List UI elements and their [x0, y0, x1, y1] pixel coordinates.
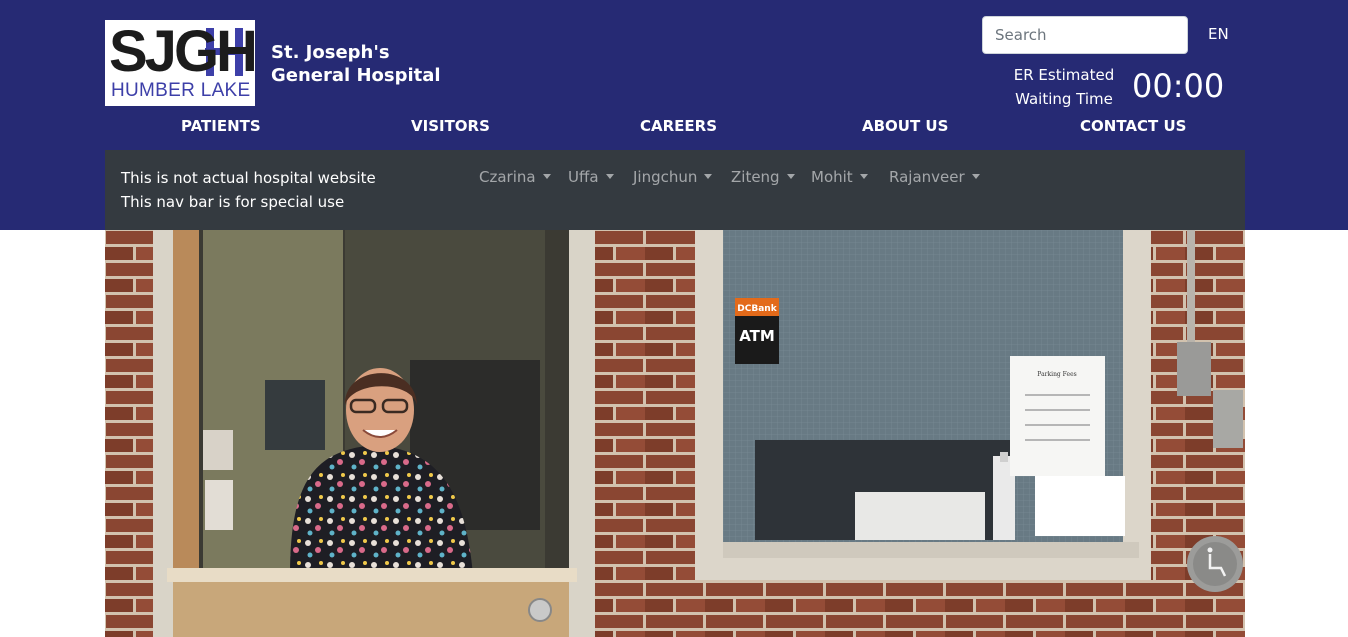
- dropdown-label: Czarina: [479, 168, 536, 186]
- hero-image: Parking Fees DCBank ATM: [105, 230, 1245, 637]
- special-nav-note-line1: This is not actual hospital website: [121, 169, 376, 187]
- main-nav: PATIENTS VISITORS CAREERS ABOUT US CONTA…: [105, 117, 1245, 143]
- dropdown-uffa[interactable]: Uffa: [568, 168, 614, 186]
- caret-down-icon: [971, 174, 980, 179]
- nav-contact-us[interactable]: CONTACT US: [1080, 117, 1186, 135]
- special-nav-note-line2: This nav bar is for special use: [121, 193, 345, 211]
- hospital-name-line2: General Hospital: [271, 65, 441, 86]
- caret-down-icon: [605, 174, 614, 179]
- dropdown-label: Ziteng: [731, 168, 780, 186]
- er-wait-time: 00:00: [1132, 67, 1225, 105]
- language-toggle[interactable]: EN: [1208, 25, 1229, 43]
- caret-down-icon: [859, 174, 868, 179]
- hospital-name[interactable]: St. Joseph's General Hospital: [271, 41, 441, 87]
- dropdown-mohit[interactable]: Mohit: [811, 168, 868, 186]
- dropdown-label: Jingchun: [633, 168, 698, 186]
- hospital-name-line1: St. Joseph's: [271, 42, 390, 63]
- atm-label-text: ATM: [739, 327, 775, 345]
- dropdown-ziteng[interactable]: Ziteng: [731, 168, 795, 186]
- er-wait-label-line1: ER Estimated: [1013, 66, 1115, 84]
- dropdown-label: Rajanveer: [889, 168, 965, 186]
- parking-sign-text: Parking Fees: [1037, 371, 1076, 378]
- nav-visitors[interactable]: VISITORS: [411, 117, 490, 135]
- nav-about-us[interactable]: ABOUT US: [862, 117, 948, 135]
- atm-brand-text: DCBank: [737, 304, 777, 314]
- search-input[interactable]: [982, 16, 1188, 54]
- caret-down-icon: [704, 174, 713, 179]
- dropdown-jingchun[interactable]: Jingchun: [633, 168, 713, 186]
- logo-text: SJGH: [109, 19, 258, 84]
- dropdown-label: Mohit: [811, 168, 853, 186]
- dropdown-czarina[interactable]: Czarina: [479, 168, 551, 186]
- special-nav-note: This is not actual hospital website This…: [121, 166, 376, 214]
- nav-patients[interactable]: PATIENTS: [181, 117, 261, 135]
- caret-down-icon: [542, 174, 551, 179]
- er-wait-label-line2: Waiting Time: [1015, 90, 1113, 108]
- hospital-logo[interactable]: SJGH HUMBER LAKE: [105, 19, 258, 106]
- nav-careers[interactable]: CAREERS: [640, 117, 717, 135]
- dropdown-label: Uffa: [568, 168, 599, 186]
- caret-down-icon: [786, 174, 795, 179]
- special-nav-bar: This is not actual hospital website This…: [105, 150, 1245, 230]
- dropdown-rajanveer[interactable]: Rajanveer: [889, 168, 980, 186]
- site-header: SJGH HUMBER LAKE St. Joseph's General Ho…: [0, 0, 1348, 230]
- er-wait-label: ER Estimated Waiting Time: [1004, 63, 1124, 111]
- logo-subtext: HUMBER LAKE: [111, 80, 251, 101]
